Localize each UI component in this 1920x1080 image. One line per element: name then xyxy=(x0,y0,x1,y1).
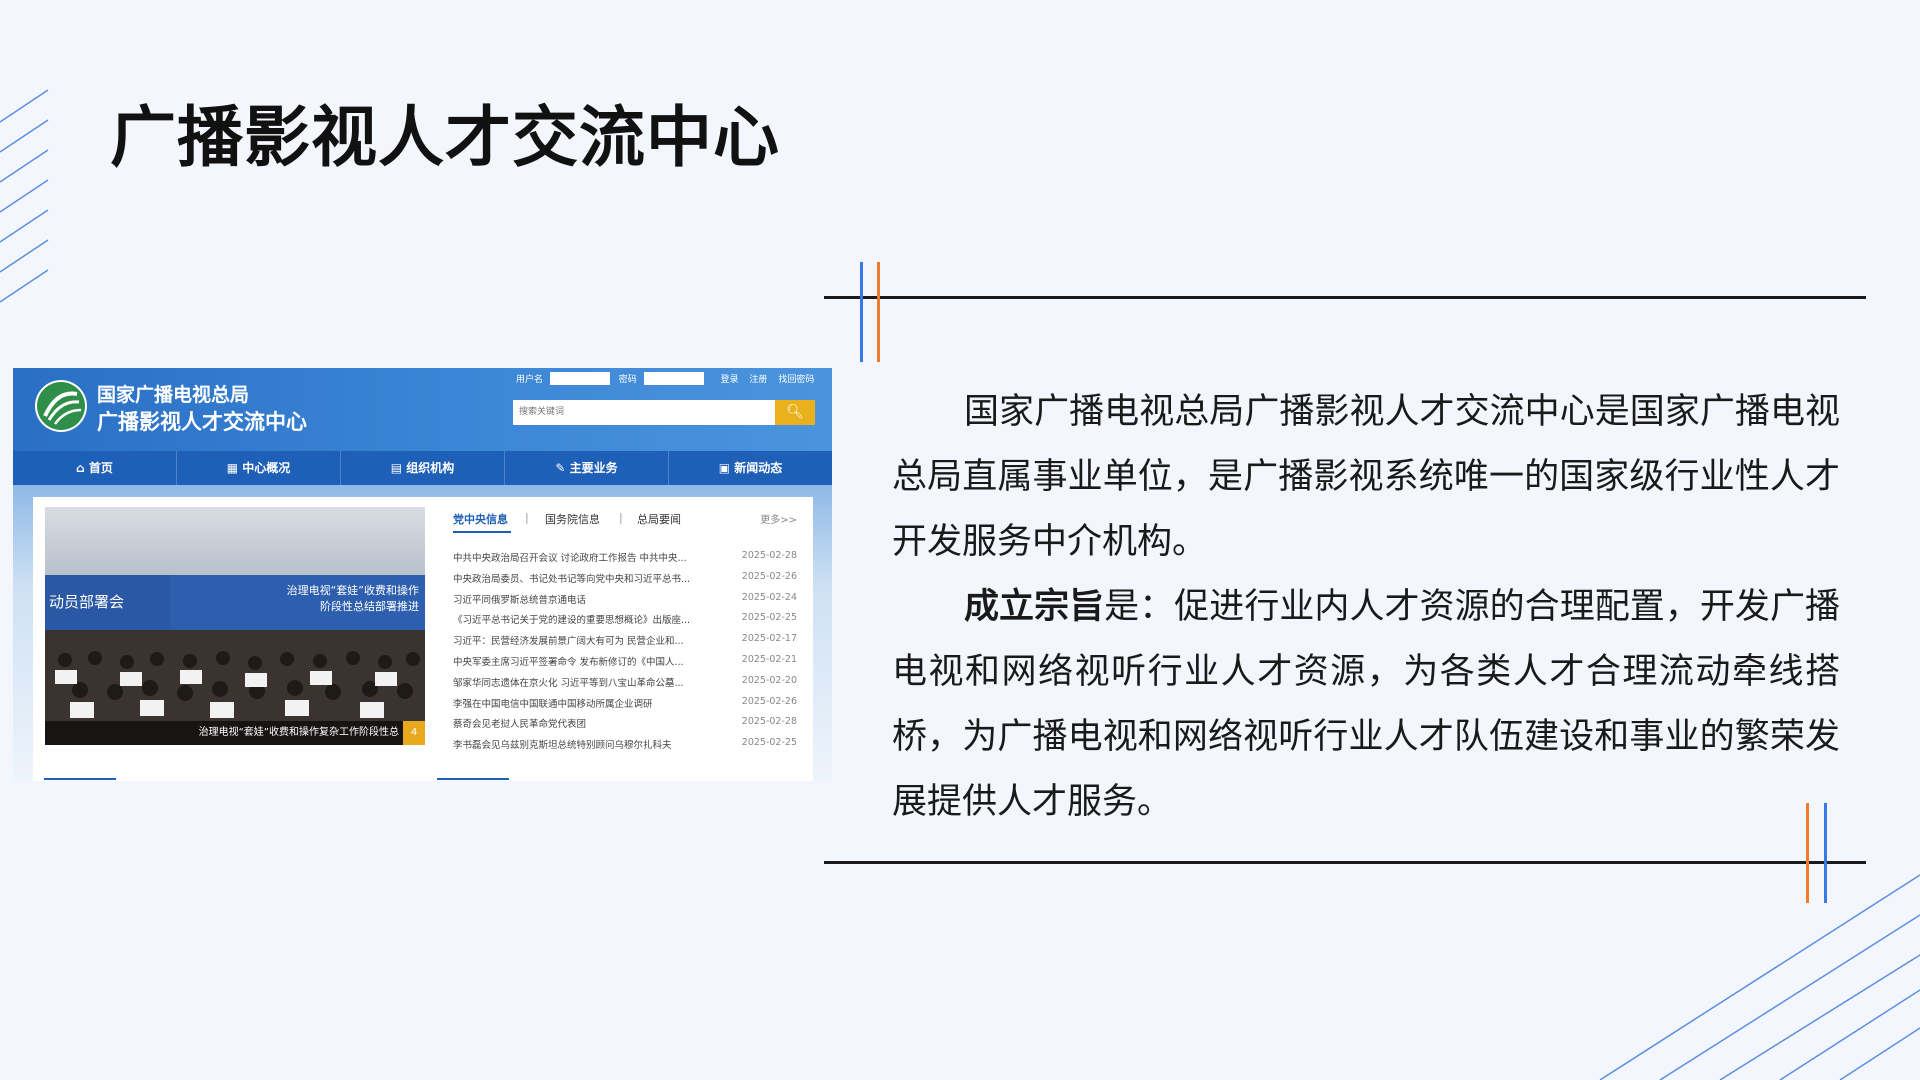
tab-separator: | xyxy=(525,511,529,524)
description-text: 国家广播电视总局广播影视人才交流中心是国家广播电视总局直属事业单位，是广播影视系… xyxy=(892,380,1840,835)
news-row[interactable]: 中央政治局委员、书记处书记等向党中央和习近平总书... 2025-02-26 xyxy=(453,568,803,589)
tab-separator: | xyxy=(619,511,623,524)
news-row[interactable]: 习近平：民营经济发展前景广阔大有可为 民营企业和... 2025-02-17 xyxy=(453,630,803,651)
site-header: 国家广播电视总局 广播影视人才交流中心 用户名 密码 登录 注册 找回密码 搜索… xyxy=(13,368,832,451)
photo-caption: 治理电视“套娃”收费和操作复杂工作阶段性总 xyxy=(45,721,425,745)
active-tab-underline xyxy=(453,531,511,533)
password-input[interactable] xyxy=(643,372,704,385)
purpose-paragraph: 成立宗旨是：促进行业内人才资源的合理配置，开发广播电视和网络视听行业人才资源，为… xyxy=(892,575,1840,835)
content-card: 动员部署会 治理电视“套娃”收费和操作 阶段性总结部署推进 治理电视“套娃”收费… xyxy=(33,497,813,781)
nav-news[interactable]: ▣ 新闻动态 xyxy=(669,451,832,485)
photo-banner-left: 动员部署会 xyxy=(45,575,170,630)
site-search-input[interactable]: 搜索关键词 xyxy=(513,400,775,425)
site-name-line1: 国家广播电视总局 xyxy=(97,384,250,406)
tab-bureau-news[interactable]: 总局要闻 xyxy=(637,511,681,527)
login-bar: 用户名 密码 登录 注册 找回密码 xyxy=(516,372,814,388)
accent-bar-orange-top xyxy=(877,262,880,362)
overview-icon: ▦ xyxy=(226,461,243,475)
edit-icon: ✎ xyxy=(555,461,570,475)
news-row[interactable]: 李书磊会见乌兹别克斯坦总统特别顾问乌穆尔扎科夫 2025-02-25 xyxy=(453,734,803,755)
logo-icon xyxy=(35,380,87,432)
news-icon: ▣ xyxy=(718,461,735,475)
nav-business[interactable]: ✎ 主要业务 xyxy=(505,451,669,485)
frame-bottom-line xyxy=(824,861,1866,864)
forgot-password-link[interactable]: 找回密码 xyxy=(778,372,814,385)
site-nav: ⌂ 首页 ▦ 中心概况 ▤ 组织机构 ✎ 主要业务 ▣ 新闻动态 xyxy=(13,451,832,485)
intro-paragraph: 国家广播电视总局广播影视人才交流中心是国家广播电视总局直属事业单位，是广播影视系… xyxy=(892,392,1840,562)
tab-party-central[interactable]: 党中央信息 xyxy=(453,511,508,527)
organization-icon: ▤ xyxy=(390,461,407,475)
username-label: 用户名 xyxy=(516,375,544,385)
nav-overview[interactable]: ▦ 中心概况 xyxy=(177,451,341,485)
section-marker-left xyxy=(44,778,116,780)
accent-bar-blue-top xyxy=(860,262,863,362)
frame-top-line xyxy=(824,296,1866,299)
slide-number-badge[interactable]: 4 xyxy=(403,721,425,745)
nav-organization[interactable]: ▤ 组织机构 xyxy=(341,451,505,485)
decorative-lines-top-left xyxy=(0,89,49,303)
photo-banner: 治理电视“套娃”收费和操作 阶段性总结部署推进 xyxy=(170,575,425,630)
slide-title: 广播影视人才交流中心 xyxy=(110,99,780,176)
news-row[interactable]: 中央军委主席习近平签署命令 发布新修订的《中国人... 2025-02-21 xyxy=(453,651,803,672)
news-row[interactable]: 《习近平总书记关于党的建设的重要思想概论》出版座... 2025-02-25 xyxy=(453,609,803,630)
more-link[interactable]: 更多>> xyxy=(760,511,797,526)
news-row[interactable]: 习近平同俄罗斯总统普京通电话 2025-02-24 xyxy=(453,589,803,610)
news-row[interactable]: 邹家华同志遗体在京火化 习近平等到八宝山革命公墓... 2025-02-20 xyxy=(453,672,803,693)
site-body: 动员部署会 治理电视“套娃”收费和操作 阶段性总结部署推进 治理电视“套娃”收费… xyxy=(13,485,832,781)
site-name-line2: 广播影视人才交流中心 xyxy=(97,410,307,434)
news-row[interactable]: 蔡奇会见老挝人民革命党代表团 2025-02-28 xyxy=(453,713,803,734)
news-row[interactable]: 李强在中国电信中国联通中国移动所属企业调研 2025-02-26 xyxy=(453,693,803,714)
section-marker-right xyxy=(437,778,509,780)
news-photo[interactable]: 动员部署会 治理电视“套娃”收费和操作 阶段性总结部署推进 治理电视“套娃”收费… xyxy=(45,507,425,745)
news-list: 中共中央政治局召开会议 讨论政府工作报告 中共中央... 2025-02-28 中… xyxy=(453,547,803,755)
login-link[interactable]: 登录 xyxy=(721,372,739,385)
tab-state-council[interactable]: 国务院信息 xyxy=(545,511,600,527)
site-search-button[interactable]: 🔍︎ xyxy=(775,400,815,425)
nav-home[interactable]: ⌂ 首页 xyxy=(13,451,177,485)
username-input[interactable] xyxy=(549,372,610,385)
register-link[interactable]: 注册 xyxy=(749,372,767,385)
purpose-label: 成立宗旨 xyxy=(964,587,1105,627)
home-icon: ⌂ xyxy=(76,461,89,475)
search-icon: 🔍︎ xyxy=(786,404,804,420)
news-tabs: 党中央信息 | 国务院信息 | 总局要闻 更多>> xyxy=(453,511,803,533)
password-label: 密码 xyxy=(618,375,637,385)
news-row[interactable]: 中共中央政治局召开会议 讨论政府工作报告 中共中央... 2025-02-28 xyxy=(453,547,803,568)
website-screenshot: 国家广播电视总局 广播影视人才交流中心 用户名 密码 登录 注册 找回密码 搜索… xyxy=(13,368,832,781)
